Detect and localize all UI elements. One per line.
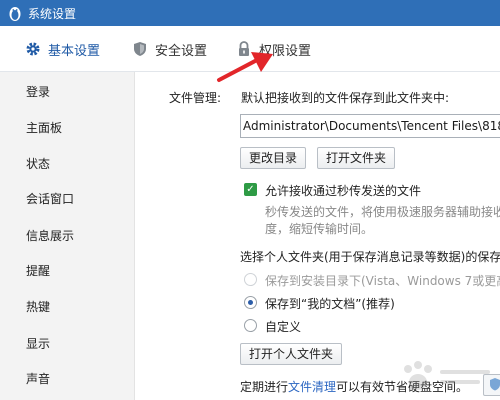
personal-folder-description: 选择个人文件夹(用于保存消息记录等数据)的保存 — [240, 250, 500, 264]
tab-label: 安全设置 — [155, 43, 208, 59]
file-management-panel: 文件管理: 默认把接收到的文件保存到此文件夹中: Administrator\D… — [135, 72, 500, 400]
radio-my-documents[interactable] — [244, 296, 257, 309]
open-folder-button[interactable]: 打开文件夹 — [317, 147, 396, 169]
option-install-directory-label: 保存到安装目录下(Vista、Windows 7或更高 — [265, 274, 500, 288]
sidebar-item-reminders[interactable]: 提醒 — [26, 261, 50, 281]
tab-basic-settings[interactable]: 基本设置 — [24, 26, 100, 72]
sidebar-item-display[interactable]: 显示 — [26, 334, 50, 354]
option-custom-label: 自定义 — [265, 320, 302, 334]
save-path-field[interactable]: Administrator\Documents\Tencent Files\81… — [240, 114, 500, 138]
second-transfer-hint-line2: 度，缩短传输时间。 — [265, 222, 374, 236]
second-transfer-hint-line1: 秒传发送的文件，将使用极速服务器辅助接收 — [265, 205, 500, 219]
cleanup-tip-prefix: 定期进行 — [240, 380, 289, 394]
sidebar-item-chat-window[interactable]: 会话窗口 — [26, 189, 74, 209]
gear-icon — [24, 40, 42, 58]
sidebar-item-hotkeys[interactable]: 热键 — [26, 297, 50, 317]
penguin-logo-icon — [4, 2, 26, 24]
tab-security-settings[interactable]: 安全设置 — [131, 26, 207, 72]
radio-install-directory[interactable] — [244, 273, 257, 286]
sidebar-item-main-panel[interactable]: 主面板 — [26, 118, 62, 138]
save-location-description: 默认把接收到的文件保存到此文件夹中: — [241, 91, 450, 105]
allow-second-transfer-label: 允许接收通过秒传发送的文件 — [265, 184, 422, 198]
file-management-label: 文件管理: — [169, 91, 222, 105]
sidebar-item-info-display[interactable]: 信息展示 — [26, 226, 74, 246]
allow-second-transfer-checkbox[interactable]: ✓ — [244, 183, 257, 196]
file-cleanup-link[interactable]: 文件清理 — [288, 380, 336, 394]
radio-custom[interactable] — [244, 319, 257, 332]
sidebar-item-sound[interactable]: 声音 — [26, 369, 50, 389]
baidu-jingyan-watermark — [404, 361, 490, 390]
sidebar-item-login[interactable]: 登录 — [26, 82, 50, 102]
option-my-documents-label: 保存到“我的文档”(推荐) — [265, 297, 395, 311]
open-personal-folder-button[interactable]: 打开个人文件夹 — [240, 343, 343, 365]
window-title: 系统设置 — [28, 6, 77, 21]
sidebar-item-status[interactable]: 状态 — [26, 154, 50, 174]
tab-label: 基本设置 — [48, 43, 101, 59]
title-bar: 系统设置 — [0, 0, 500, 26]
change-directory-button[interactable]: 更改目录 — [240, 147, 307, 169]
settings-sidebar: 登录 主面板 状态 会话窗口 信息展示 提醒 热键 显示 声音 — [0, 72, 135, 400]
shield-icon — [131, 40, 149, 58]
